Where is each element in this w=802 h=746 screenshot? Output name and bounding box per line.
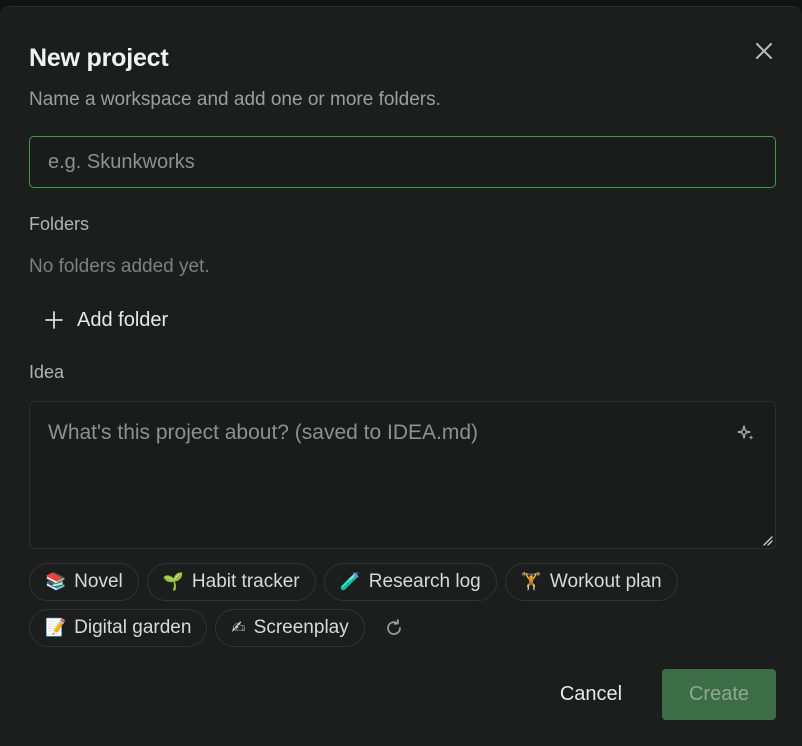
suggestion-row-1: 📚 Novel 🌱 Habit tracker 🧪 Research log 🏋… (29, 563, 678, 601)
refresh-suggestions-button[interactable] (379, 613, 409, 643)
sparkle-icon[interactable] (737, 424, 755, 442)
create-button[interactable]: Create (662, 669, 776, 720)
suggestion-label: Research log (368, 571, 481, 592)
suggestion-chip-screenplay[interactable]: ✍ Screenplay (215, 609, 365, 647)
suggestion-label: Digital garden (74, 617, 192, 638)
folders-label: Folders (29, 214, 90, 234)
cancel-button[interactable]: Cancel (540, 669, 642, 719)
suggestion-label: Habit tracker (191, 571, 300, 592)
add-folder-button[interactable]: Add folder (44, 302, 168, 338)
weightlifter-icon: 🏋 (520, 572, 542, 592)
test-tube-icon: 🧪 (339, 572, 361, 592)
idea-label: Idea (29, 362, 65, 382)
idea-textarea[interactable] (30, 402, 775, 548)
memo-icon: 📝 (45, 618, 67, 638)
suggestion-chip-novel[interactable]: 📚 Novel (29, 563, 139, 601)
suggestion-chip-digital-garden[interactable]: 📝 Digital garden (29, 609, 208, 647)
project-name-input[interactable] (29, 136, 776, 188)
writing-hand-icon: ✍ (231, 618, 246, 638)
suggestion-chip-research-log[interactable]: 🧪 Research log (323, 563, 497, 601)
suggestion-label: Workout plan (549, 571, 662, 592)
plus-icon (45, 311, 63, 329)
suggestion-label: Novel (74, 571, 123, 592)
books-icon: 📚 (45, 572, 67, 592)
suggestion-row-2: 📝 Digital garden ✍ Screenplay (29, 609, 409, 647)
refresh-icon (386, 619, 401, 635)
seedling-icon: 🌱 (162, 572, 184, 592)
folders-empty-text: No folders added yet. (29, 256, 210, 277)
add-folder-label: Add folder (77, 308, 169, 331)
suggestion-label: Screenplay (253, 617, 349, 638)
dialog-subtitle: Name a workspace and add one or more fol… (29, 89, 441, 110)
close-button[interactable] (750, 37, 778, 65)
suggestion-chip-habit-tracker[interactable]: 🌱 Habit tracker (146, 563, 316, 601)
idea-field (29, 401, 776, 549)
suggestion-chip-workout-plan[interactable]: 🏋 Workout plan (504, 563, 678, 601)
dialog-title: New project (29, 44, 169, 72)
close-icon (756, 43, 772, 59)
new-project-dialog: New project Name a workspace and add one… (0, 6, 802, 746)
resize-grip-icon[interactable] (761, 534, 773, 546)
